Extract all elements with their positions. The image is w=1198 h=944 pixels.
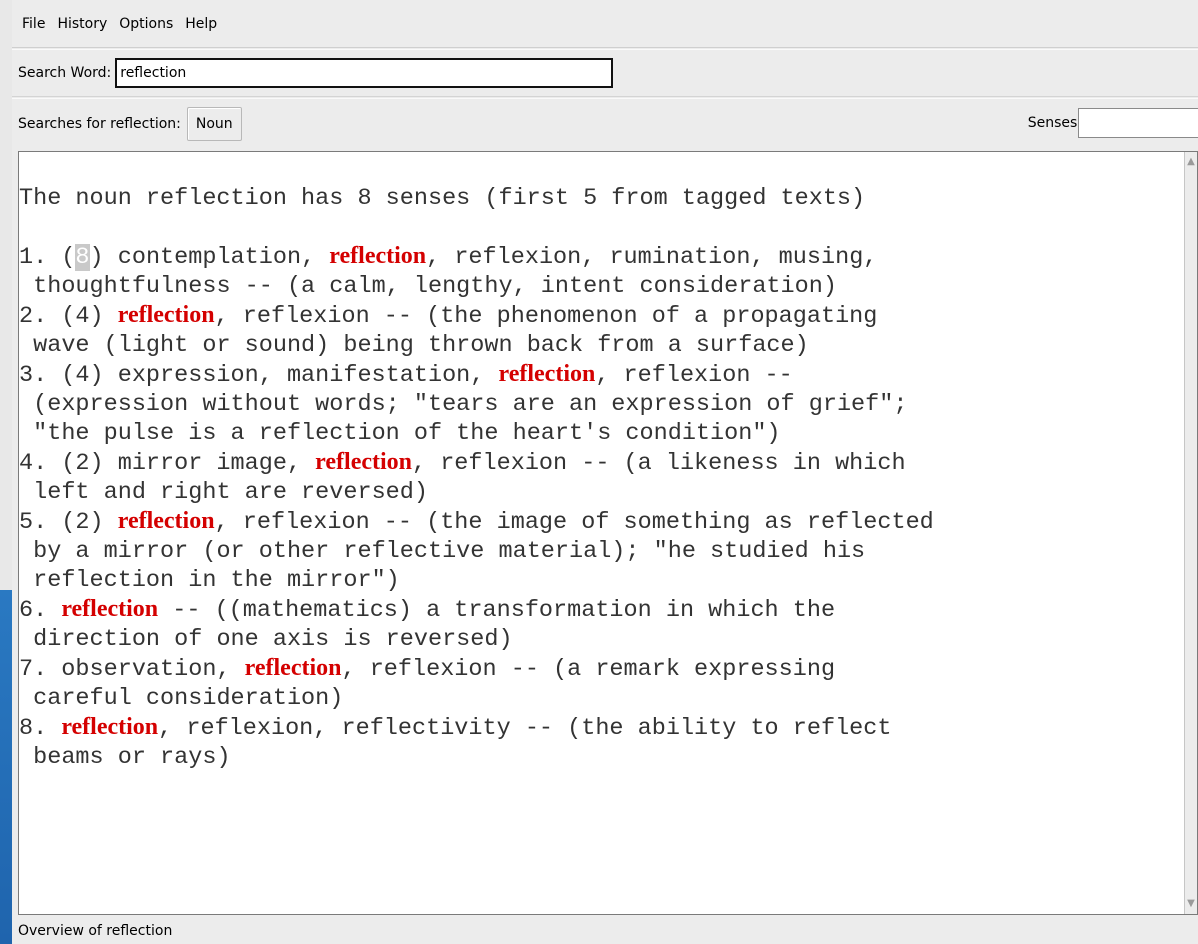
- line-text: , reflexion -- (a likeness in which: [412, 450, 906, 477]
- result-line: beams or rays): [19, 743, 1179, 772]
- line-text: direction of one axis is reversed): [19, 626, 513, 653]
- menu-options[interactable]: Options: [113, 16, 179, 32]
- results-pane[interactable]: The noun reflection has 8 senses (first …: [18, 151, 1198, 915]
- result-line: 4. (2) mirror image, reflection, reflexi…: [19, 448, 1179, 478]
- result-line: left and right are reversed): [19, 478, 1179, 507]
- line-text: thoughtfulness -- (a calm, lengthy, inte…: [19, 273, 837, 300]
- search-word-label: Search Word:: [18, 65, 112, 81]
- line-text: 6.: [19, 597, 62, 624]
- search-row: Search Word:: [12, 49, 1198, 97]
- highlighted-term: reflection: [117, 302, 215, 328]
- line-text: The noun reflection has 8 senses (first …: [19, 185, 866, 212]
- highlighted-term: reflection: [117, 508, 215, 534]
- line-text: beams or rays): [19, 744, 231, 771]
- highlighted-term: reflection: [61, 714, 159, 740]
- menubar: File History Options Help: [12, 0, 1198, 48]
- scroll-up-icon[interactable]: ▲: [1186, 152, 1196, 172]
- highlighted-term: reflection: [315, 449, 412, 475]
- results-text: The noun reflection has 8 senses (first …: [19, 184, 1179, 772]
- line-text: 3. (4) expression, manifestation,: [19, 362, 499, 389]
- senses-input[interactable]: [1078, 108, 1198, 138]
- senses-label: Senses:: [1027, 115, 1082, 131]
- highlighted-term: reflection: [329, 243, 427, 269]
- result-line: 7. observation, reflection, reflexion --…: [19, 654, 1179, 684]
- noun-button[interactable]: Noun: [186, 106, 242, 141]
- result-line: reflection in the mirror"): [19, 566, 1179, 595]
- status-bar: Overview of reflection: [12, 918, 1198, 944]
- result-line: 3. (4) expression, manifestation, reflec…: [19, 360, 1179, 390]
- menu-history[interactable]: History: [51, 16, 113, 32]
- line-text: by a mirror (or other reflective materia…: [19, 538, 866, 565]
- line-text: (expression without words; "tears are an…: [19, 391, 908, 418]
- menu-help[interactable]: Help: [179, 16, 223, 32]
- result-line: thoughtfulness -- (a calm, lengthy, inte…: [19, 272, 1179, 301]
- highlighted-term: reflection: [498, 361, 596, 387]
- vertical-scrollbar[interactable]: ▲ ▼: [1184, 152, 1197, 914]
- result-line: The noun reflection has 8 senses (first …: [19, 184, 1179, 213]
- line-text: , reflexion --: [595, 362, 793, 389]
- line-text: [19, 214, 33, 241]
- searches-for-label: Searches for reflection:: [18, 115, 181, 132]
- desktop-edge: [0, 0, 12, 944]
- line-text: 7. observation,: [19, 656, 245, 683]
- line-text: 5. (2): [19, 509, 118, 536]
- line-text: left and right are reversed): [19, 479, 428, 506]
- status-text: Overview of reflection: [18, 923, 173, 939]
- result-line: (expression without words; "tears are an…: [19, 390, 1179, 419]
- highlighted-term: reflection: [244, 655, 342, 681]
- result-line: [19, 213, 1179, 242]
- result-line: careful consideration): [19, 684, 1179, 713]
- result-line: wave (light or sound) being thrown back …: [19, 331, 1179, 360]
- scroll-down-icon[interactable]: ▼: [1186, 894, 1196, 914]
- result-line: 6. reflection -- ((mathematics) a transf…: [19, 595, 1179, 625]
- result-line: direction of one axis is reversed): [19, 625, 1179, 654]
- line-text: , reflexion -- (the phenomenon of a prop…: [214, 303, 878, 330]
- searches-row: Searches for reflection: Noun Senses:: [12, 98, 1198, 148]
- result-line: 2. (4) reflection, reflexion -- (the phe…: [19, 301, 1179, 331]
- selected-text: 8: [75, 244, 90, 271]
- line-text: 1. (: [19, 244, 76, 271]
- result-line: 5. (2) reflection, reflexion -- (the ima…: [19, 507, 1179, 537]
- line-text: ) contemplation,: [89, 244, 330, 271]
- line-text: , reflexion -- (a remark expressing: [341, 656, 836, 683]
- menu-file[interactable]: File: [16, 16, 51, 32]
- result-line: "the pulse is a reflection of the heart'…: [19, 419, 1179, 448]
- result-line: 8. reflection, reflexion, reflectivity -…: [19, 713, 1179, 743]
- line-text: , reflexion, reflectivity -- (the abilit…: [158, 715, 892, 742]
- line-text: 4. (2) mirror image,: [19, 450, 316, 477]
- line-text: reflection in the mirror"): [19, 567, 400, 594]
- result-line: by a mirror (or other reflective materia…: [19, 537, 1179, 566]
- search-word-input[interactable]: [115, 58, 614, 88]
- line-text: careful consideration): [19, 685, 344, 712]
- line-text: , reflexion -- (the image of something a…: [214, 509, 934, 536]
- line-text: -- ((mathematics) a transformation in wh…: [158, 597, 836, 624]
- line-text: wave (light or sound) being thrown back …: [19, 332, 809, 359]
- line-text: , reflexion, rumination, musing,: [426, 244, 878, 271]
- line-text: 2. (4): [19, 303, 118, 330]
- line-text: 8.: [19, 715, 62, 742]
- line-text: "the pulse is a reflection of the heart'…: [19, 420, 781, 447]
- highlighted-term: reflection: [61, 596, 159, 622]
- result-line: 1. (8) contemplation, reflection, reflex…: [19, 242, 1179, 272]
- wordnet-browser-window: File History Options Help Search Word: S…: [12, 0, 1198, 944]
